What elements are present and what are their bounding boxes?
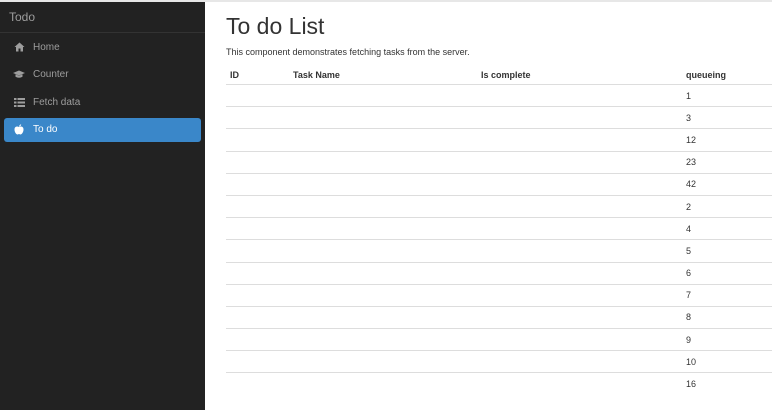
cell-queueing: 5 <box>682 239 772 262</box>
table-row: 6 <box>226 261 772 285</box>
home-icon <box>13 41 25 53</box>
sidebar-item-home[interactable]: Home <box>4 35 201 59</box>
cell-task-name <box>289 128 477 152</box>
cell-id <box>226 350 289 373</box>
sidebar-item-label: To do <box>33 124 58 136</box>
cell-id <box>226 239 289 262</box>
cell-task-name <box>289 350 477 373</box>
sidebar-item-fetch-data[interactable]: Fetch data <box>4 90 201 114</box>
page-description: This component demonstrates fetching tas… <box>226 47 470 57</box>
cell-queueing: 1 <box>686 90 692 101</box>
table-header-row: ID Task Name Is complete queueing <box>226 65 772 85</box>
cell-id <box>226 261 289 285</box>
cell-id <box>226 283 289 307</box>
cell-task-name <box>289 172 477 196</box>
table-row: 3 <box>226 106 772 129</box>
cell-is-complete <box>477 372 682 395</box>
cell-task-name <box>289 194 477 218</box>
table-row: 12 <box>226 128 772 152</box>
cell-task-name <box>289 305 477 329</box>
cell-queueing: 10 <box>682 350 772 373</box>
cell-is-complete <box>477 106 682 129</box>
cell-task-name <box>289 239 477 262</box>
cell-task-name <box>289 328 477 351</box>
table-row: 42 <box>226 172 772 196</box>
cell-id <box>226 217 289 240</box>
cell-id <box>226 194 289 218</box>
sidebar-item-label: Fetch data <box>33 96 81 108</box>
table-row: 8 <box>226 305 772 329</box>
table-body: 1 3 12 23 42 2 4 5 6 7 8 9 10 16 <box>226 85 772 395</box>
cell-is-complete <box>477 261 682 285</box>
table-row: 5 <box>226 239 772 262</box>
graduation-cap-icon <box>13 69 25 81</box>
cell-id <box>226 150 289 174</box>
sidebar-item-label: Counter <box>33 69 69 81</box>
cell-queueing: 4 <box>682 217 772 240</box>
table-row: 9 <box>226 328 772 351</box>
cell-task-name <box>289 217 477 240</box>
table-row: 1 <box>226 85 772 107</box>
cell-id <box>226 172 289 196</box>
cell-queueing: 8 <box>682 305 772 329</box>
table-row: 2 <box>226 194 772 218</box>
sidebar-nav: Home Counter Fetch data To do <box>4 35 201 145</box>
app-window: Todo Home Counter Fetch data To do To do… <box>0 0 772 410</box>
table-row: 23 <box>226 150 772 174</box>
column-header-queueing: queueing <box>682 65 772 85</box>
column-header-is-complete: Is complete <box>477 65 682 85</box>
sidebar: Todo Home Counter Fetch data To do <box>0 2 205 410</box>
cell-queueing: 23 <box>682 150 772 174</box>
cell-id <box>226 128 289 152</box>
main-content: To do List This component demonstrates f… <box>226 2 772 395</box>
cell-is-complete <box>477 283 682 307</box>
cell-queueing: 6 <box>682 261 772 285</box>
cell-task-name <box>289 150 477 174</box>
cell-id <box>226 372 289 395</box>
sidebar-item-to-do[interactable]: To do <box>4 117 201 142</box>
cell-task-name <box>289 106 477 129</box>
brand-link[interactable]: Todo <box>0 2 205 33</box>
cell-is-complete <box>477 128 682 152</box>
column-header-id: ID <box>226 65 289 85</box>
column-header-task-name: Task Name <box>289 65 477 85</box>
table-row: 7 <box>226 283 772 307</box>
cell-queueing: 16 <box>682 372 772 395</box>
cell-task-name <box>289 85 477 107</box>
cell-is-complete <box>477 150 682 174</box>
cell-id <box>226 85 289 107</box>
cell-is-complete <box>477 305 682 329</box>
table-row: 16 <box>226 372 772 395</box>
cell-queueing: 12 <box>682 128 772 152</box>
cell-queueing: 42 <box>682 172 772 196</box>
sidebar-item-label: Home <box>33 41 60 53</box>
cell-id <box>226 305 289 329</box>
cell-is-complete <box>477 172 682 196</box>
list-icon <box>13 96 25 108</box>
apple-icon <box>13 124 25 136</box>
cell-id <box>226 328 289 351</box>
cell-queueing: 3 <box>682 106 772 129</box>
todo-table: ID Task Name Is complete queueing 1 3 12 23… <box>226 65 772 395</box>
sidebar-item-counter[interactable]: Counter <box>4 63 201 87</box>
cell-queueing: 7 <box>682 283 772 307</box>
cell-queueing: 2 <box>682 194 772 218</box>
cell-is-complete <box>477 85 682 107</box>
cell-task-name <box>289 261 477 285</box>
cell-is-complete <box>477 194 682 218</box>
cell-queueing: 9 <box>682 328 772 351</box>
table-row: 10 <box>226 350 772 373</box>
table-row: 4 <box>226 217 772 240</box>
cell-task-name <box>289 372 477 395</box>
cell-task-name <box>289 283 477 307</box>
cell-is-complete <box>477 328 682 351</box>
cell-is-complete <box>477 217 682 240</box>
cell-id <box>226 106 289 129</box>
page-title: To do List <box>226 13 325 39</box>
cell-is-complete <box>477 239 682 262</box>
cell-is-complete <box>477 350 682 373</box>
